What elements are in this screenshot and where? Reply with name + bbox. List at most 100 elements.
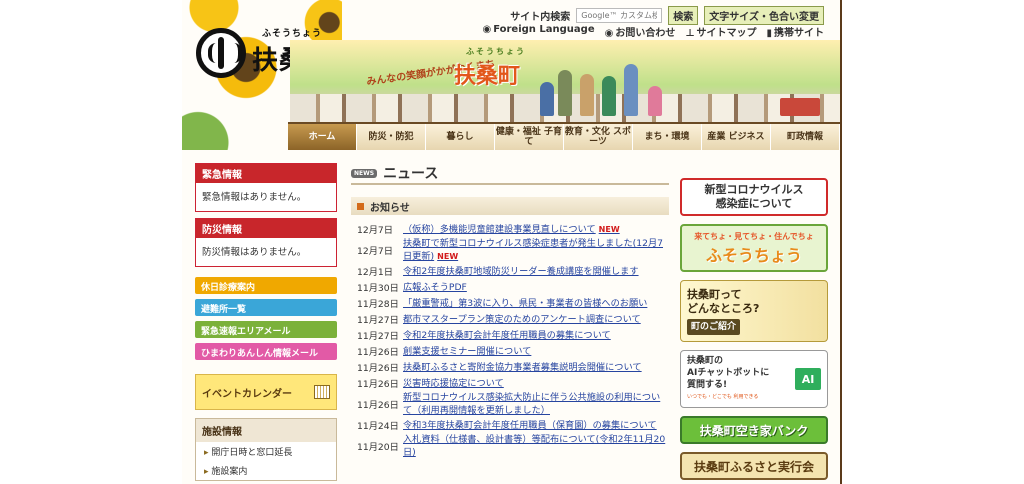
- ai-chat-icon: AI: [795, 368, 821, 390]
- news-link[interactable]: 令和3年度扶桑町会計年度任用職員（保育園）の募集について: [403, 419, 657, 432]
- display-settings-button[interactable]: 文字サイズ・色合い変更: [704, 6, 824, 25]
- ai-subtext: いつでも・どこでも 利用できる: [687, 394, 759, 400]
- family-figure: [540, 82, 554, 116]
- nav-government[interactable]: 町政情報: [771, 124, 840, 150]
- covid-line1: 新型コロナウイルス: [704, 183, 804, 196]
- search-input[interactable]: [576, 8, 663, 23]
- news-link[interactable]: 創業支援セミナー開催について: [403, 345, 531, 358]
- covid-banner[interactable]: 新型コロナウイルス 感染症について: [680, 178, 828, 216]
- news-link-text: 令和2年度扶桑町会計年度任用職員の募集について: [403, 329, 611, 341]
- news-date: 11月30日: [357, 283, 399, 294]
- contact-link[interactable]: ◉ お問い合わせ: [605, 24, 676, 39]
- search-bar: サイト内検索 検索 文字サイズ・色合い変更: [510, 6, 824, 25]
- global-nav: ホーム 防災・防犯 暮らし 健康・福祉 子育て 教育・文化 スポーツ まち・環境…: [288, 122, 840, 150]
- header-banner: みんなの笑顔がかがやくまち ふそうちょう 扶桑町: [290, 40, 840, 122]
- left-column: 緊急情報 緊急情報はありません。 防災情報 防災情報はありません。 休日診療案内…: [195, 163, 337, 481]
- new-badge: NEW: [437, 252, 459, 261]
- news-link-text: 令和3年度扶桑町会計年度任用職員（保育園）の募集について: [403, 419, 657, 431]
- news-link-text: 広報ふそうPDF: [403, 281, 467, 293]
- nav-living[interactable]: 暮らし: [426, 124, 495, 150]
- family-figure: [648, 86, 662, 116]
- news-header: NEWS ニュース: [351, 163, 669, 185]
- news-link[interactable]: （仮称）多機能児童館建設事業見直しについて NEW: [403, 223, 620, 236]
- news-link[interactable]: 令和2年度扶桑町地域防災リーダー養成講座を開催します: [403, 265, 639, 278]
- news-link[interactable]: 扶桑町ふるさと寄附金協力事業者募集説明会開催について: [403, 361, 642, 374]
- nav-town[interactable]: まち・環境: [633, 124, 702, 150]
- holiday-clinic-button[interactable]: 休日診療案内: [195, 277, 337, 294]
- news-row: 11月27日 令和2年度扶桑町会計年度任用職員の募集について: [351, 327, 669, 343]
- event-calendar-button[interactable]: イベントカレンダー: [195, 374, 337, 410]
- news-title: ニュース: [383, 166, 439, 182]
- news-date: 11月20日: [357, 442, 399, 453]
- news-row: 12月7日 扶桑町で新型コロナウイルス感染症患者が発生しました(12月7日更新) N…: [351, 237, 669, 263]
- nav-education[interactable]: 教育・文化 スポーツ: [564, 124, 633, 150]
- facility-box: 施設情報 開庁日時と窓口延長 施設案内: [195, 418, 337, 481]
- ai-line2: AIチャットボットに: [687, 368, 770, 378]
- banner-title: 扶桑町: [454, 64, 521, 89]
- town-intro-link: 町のご紹介: [687, 318, 741, 335]
- news-link[interactable]: 広報ふそうPDF: [403, 281, 467, 294]
- kitecho-banner[interactable]: 来てちょ・見てちょ・住んでちょ ふそうちょう: [680, 224, 828, 272]
- news-link[interactable]: 「厳重警戒」第3波に入り、県民・事業者の皆様へのお願い: [403, 297, 647, 310]
- nav-home[interactable]: ホーム: [288, 124, 357, 150]
- notice-header: お知らせ: [351, 197, 669, 215]
- calendar-icon: [314, 385, 330, 399]
- news-row: 12月1日 令和2年度扶桑町地域防災リーダー養成講座を開催します: [351, 263, 669, 279]
- search-label: サイト内検索: [510, 12, 571, 23]
- new-badge: NEW: [598, 224, 620, 234]
- page: ふそうちょう 扶桑町 サイト内検索 検索 文字サイズ・色合い変更 ◉Foreig…: [182, 0, 842, 484]
- town-intro-line2: どんなところ?: [687, 301, 760, 315]
- disaster-title: 防災情報: [196, 219, 336, 238]
- ai-line3: 質問する!: [687, 380, 728, 390]
- town-intro-banner[interactable]: 扶桑町って どんなところ? 町のご紹介: [680, 280, 828, 342]
- nav-disaster[interactable]: 防災・防犯: [357, 124, 426, 150]
- news-list: 12月7日 （仮称）多機能児童館建設事業見直しについて NEW 12月7日 扶桑町で新型…: [351, 221, 669, 459]
- news-icon: NEWS: [351, 168, 378, 178]
- news-date: 11月24日: [357, 421, 399, 432]
- news-date: 11月27日: [357, 331, 399, 342]
- mail-icon: ◉: [604, 28, 614, 39]
- news-link-text: 令和2年度扶桑町地域防災リーダー養成講座を開催します: [403, 265, 639, 277]
- facility-link[interactable]: 開庁日時と窓口延長: [196, 442, 336, 461]
- sitemap-link[interactable]: ⊥ サイトマップ: [685, 24, 756, 39]
- news-date: 12月7日: [357, 246, 393, 257]
- family-figure: [558, 70, 572, 116]
- news-row: 11月27日 都市マスタープラン策定のためのアンケート調査について: [351, 311, 669, 327]
- vacant-house-bank-banner[interactable]: 扶桑町空き家バンク: [680, 416, 828, 444]
- news-date: 11月26日: [357, 379, 399, 390]
- news-link[interactable]: 扶桑町で新型コロナウイルス感染症患者が発生しました(12月7日更新) NEW: [403, 237, 669, 263]
- news-row: 11月26日 扶桑町ふるさと寄附金協力事業者募集説明会開催について: [351, 359, 669, 375]
- sitemap-icon: ⊥: [685, 28, 695, 39]
- safety-mail-button[interactable]: ひまわりあんしん情報メール: [195, 343, 337, 360]
- news-link[interactable]: 災害時応援協定について: [403, 377, 504, 390]
- news-link[interactable]: 都市マスタープラン策定のためのアンケート調査について: [403, 313, 641, 326]
- foreign-language-link[interactable]: ◉ Foreign Language: [482, 24, 594, 39]
- nav-industry[interactable]: 産業 ビジネス: [702, 124, 771, 150]
- facility-link[interactable]: 施設案内: [196, 461, 336, 480]
- news-link-text: 「厳重警戒」第3波に入り、県民・事業者の皆様へのお願い: [403, 297, 648, 309]
- area-mail-button[interactable]: 緊急速報エリアメール: [195, 321, 337, 338]
- nav-health[interactable]: 健康・福祉 子育て: [495, 124, 564, 150]
- news-link-text: 扶桑町ふるさと寄附金協力事業者募集説明会開催について: [403, 361, 642, 373]
- emergency-box: 緊急情報 緊急情報はありません。: [195, 163, 337, 212]
- shelter-list-button[interactable]: 避難所一覧: [195, 299, 337, 316]
- emergency-text: 緊急情報はありません。: [202, 192, 307, 203]
- news-link-text: 災害時応援協定について: [403, 377, 504, 389]
- news-date: 11月27日: [357, 315, 399, 326]
- news-link[interactable]: 入札資料（仕様書、設計書等）等配布について(令和2年11月20日): [403, 433, 669, 459]
- news-date: 11月26日: [357, 400, 399, 411]
- news-link[interactable]: 新型コロナウイルス感染拡大防止に伴う公共施設の利用について（利用再開情報を更新し…: [403, 391, 669, 417]
- bullet-icon: [357, 202, 364, 210]
- news-row: 11月20日 入札資料（仕様書、設計書等）等配布について(令和2年11月20日): [351, 433, 669, 459]
- family-figure: [602, 76, 616, 116]
- news-link-text: （仮称）多機能児童館建設事業見直しについて: [403, 223, 596, 235]
- ai-chatbot-banner[interactable]: 扶桑町の AIチャットボットに 質問する! いつでも・どこでも 利用できる AI: [680, 350, 828, 408]
- news-link[interactable]: 令和2年度扶桑町会計年度任用職員の募集について: [403, 329, 611, 342]
- news-section: NEWS ニュース お知らせ 12月7日 （仮称）多機能児童館建設事業見直しについ…: [351, 163, 669, 459]
- family-figure: [624, 64, 638, 116]
- news-link-text: 創業支援セミナー開催について: [403, 345, 532, 357]
- furusato-banner[interactable]: 扶桑町ふるさと実行会: [680, 452, 828, 480]
- globe-icon: ◉: [482, 24, 492, 35]
- mobile-site-link[interactable]: ▮ 携帯サイト: [766, 24, 824, 39]
- search-button[interactable]: 検索: [668, 6, 699, 25]
